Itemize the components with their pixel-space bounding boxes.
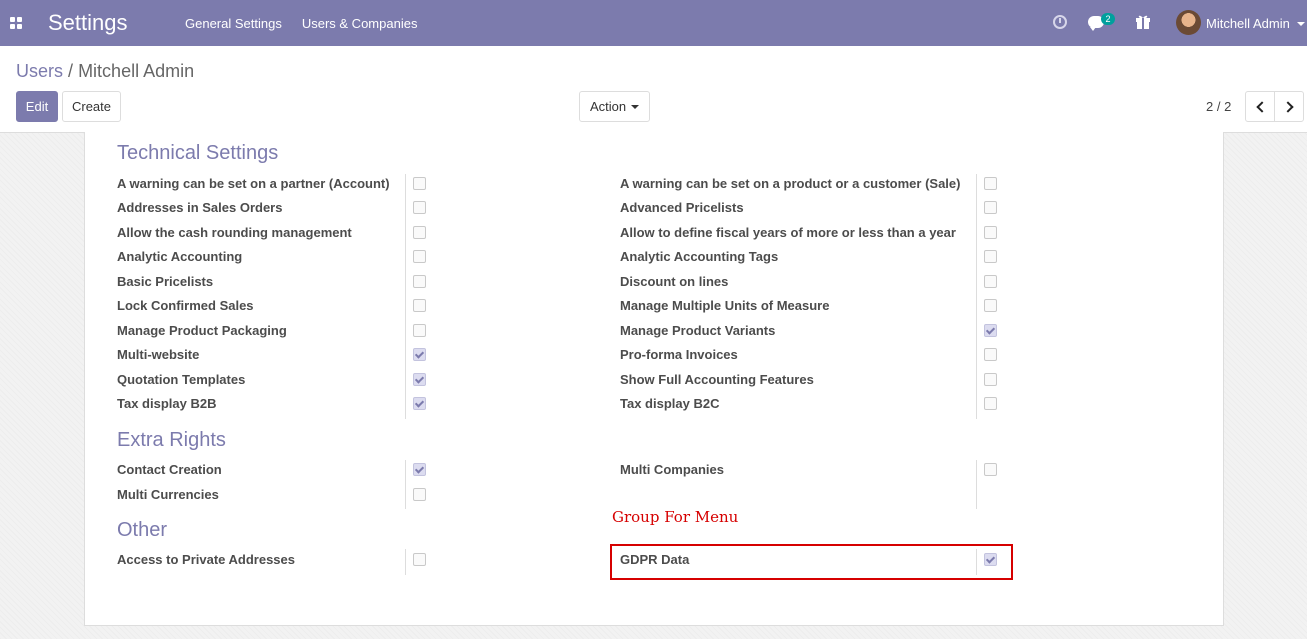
menu-general-settings[interactable]: General Settings bbox=[185, 16, 282, 32]
setting-checkbox[interactable] bbox=[413, 177, 426, 190]
annotation-highlight-box bbox=[610, 544, 1013, 580]
setting-checkbox[interactable] bbox=[413, 553, 426, 566]
setting-checkbox[interactable] bbox=[413, 250, 426, 263]
setting-label: Discount on lines bbox=[620, 274, 729, 289]
create-button[interactable]: Create bbox=[62, 91, 121, 122]
setting-label: Pro-forma Invoices bbox=[620, 347, 738, 362]
chevron-left-icon bbox=[1256, 101, 1268, 113]
menu-users-companies[interactable]: Users & Companies bbox=[302, 16, 418, 32]
setting-checkbox[interactable] bbox=[413, 324, 426, 337]
setting-label: Allow the cash rounding management bbox=[117, 225, 352, 240]
setting-label: Quotation Templates bbox=[117, 372, 246, 387]
setting-checkbox[interactable] bbox=[413, 488, 426, 501]
pager-previous-button[interactable] bbox=[1245, 91, 1275, 122]
annotation-label: Group For Menu bbox=[612, 508, 739, 526]
setting-label: Basic Pricelists bbox=[117, 274, 214, 289]
setting-label: A warning can be set on a product or a c… bbox=[620, 176, 961, 191]
column-divider bbox=[405, 460, 406, 509]
setting-checkbox[interactable] bbox=[984, 201, 997, 214]
setting-checkbox[interactable] bbox=[413, 226, 426, 239]
edit-button[interactable]: Edit bbox=[16, 91, 58, 122]
setting-label: Multi Currencies bbox=[117, 487, 219, 502]
breadcrumb: Users / Mitchell Admin bbox=[16, 60, 194, 82]
setting-checkbox[interactable] bbox=[413, 463, 426, 476]
setting-label: Multi-website bbox=[117, 347, 200, 362]
setting-label: A warning can be set on a partner (Accou… bbox=[117, 176, 390, 191]
main-menu: General Settings Users & Companies bbox=[185, 16, 417, 32]
pager-value[interactable]: 2 / 2 bbox=[1206, 99, 1231, 115]
column-divider bbox=[405, 549, 406, 575]
setting-label: Access to Private Addresses bbox=[117, 552, 296, 567]
setting-label: Multi Companies bbox=[620, 462, 725, 477]
activity-clock-icon[interactable] bbox=[1053, 15, 1067, 29]
section-title-extra-rights: Extra Rights bbox=[117, 429, 226, 451]
setting-label: Tax display B2B bbox=[117, 396, 217, 411]
setting-checkbox[interactable] bbox=[984, 324, 997, 337]
setting-label: Tax display B2C bbox=[620, 396, 720, 411]
section-title-other: Other bbox=[117, 519, 168, 541]
setting-checkbox[interactable] bbox=[984, 275, 997, 288]
column-divider bbox=[405, 174, 406, 419]
setting-checkbox[interactable] bbox=[413, 397, 426, 410]
setting-checkbox[interactable] bbox=[413, 201, 426, 214]
setting-label: Manage Multiple Units of Measure bbox=[620, 298, 830, 313]
chevron-right-icon bbox=[1282, 101, 1294, 113]
setting-checkbox[interactable] bbox=[984, 348, 997, 361]
section-title-technical: Technical Settings bbox=[117, 142, 279, 164]
column-divider bbox=[976, 174, 977, 419]
breadcrumb-separator: / bbox=[68, 61, 74, 81]
gift-icon[interactable] bbox=[1136, 14, 1150, 30]
app-title: Settings bbox=[48, 10, 128, 35]
pager-next-button[interactable] bbox=[1274, 91, 1304, 122]
setting-label: Lock Confirmed Sales bbox=[117, 298, 254, 313]
setting-checkbox[interactable] bbox=[984, 177, 997, 190]
setting-label: Manage Product Packaging bbox=[117, 323, 287, 338]
chevron-down-icon[interactable] bbox=[1297, 22, 1305, 26]
chat-count-badge: 2 bbox=[1101, 13, 1115, 25]
column-divider bbox=[976, 460, 977, 509]
breadcrumb-users-link[interactable]: Users bbox=[16, 61, 63, 81]
setting-label: Advanced Pricelists bbox=[620, 200, 744, 215]
setting-label: Allow to define fiscal years of more or … bbox=[620, 225, 956, 240]
setting-checkbox[interactable] bbox=[984, 463, 997, 476]
action-dropdown-label: Action bbox=[590, 99, 627, 114]
setting-checkbox[interactable] bbox=[984, 397, 997, 410]
setting-checkbox[interactable] bbox=[984, 226, 997, 239]
setting-label: Manage Product Variants bbox=[620, 323, 776, 338]
setting-checkbox[interactable] bbox=[984, 373, 997, 386]
setting-label: Analytic Accounting Tags bbox=[620, 249, 779, 264]
setting-checkbox[interactable] bbox=[984, 250, 997, 263]
breadcrumb-current: Mitchell Admin bbox=[78, 61, 195, 81]
setting-label: Addresses in Sales Orders bbox=[117, 200, 283, 215]
setting-checkbox[interactable] bbox=[413, 275, 426, 288]
caret-down-icon bbox=[631, 105, 639, 109]
setting-checkbox[interactable] bbox=[413, 373, 426, 386]
top-navbar: Settings General Settings Users & Compan… bbox=[0, 0, 1307, 46]
user-menu-name[interactable]: Mitchell Admin bbox=[1206, 16, 1290, 32]
setting-label: Show Full Accounting Features bbox=[620, 372, 814, 387]
setting-label: Contact Creation bbox=[117, 462, 222, 477]
setting-label: Analytic Accounting bbox=[117, 249, 243, 264]
setting-checkbox[interactable] bbox=[984, 299, 997, 312]
setting-checkbox[interactable] bbox=[413, 299, 426, 312]
user-avatar[interactable] bbox=[1176, 10, 1201, 35]
setting-checkbox[interactable] bbox=[413, 348, 426, 361]
action-dropdown[interactable]: Action bbox=[579, 91, 650, 122]
apps-menu-icon[interactable] bbox=[10, 17, 23, 30]
